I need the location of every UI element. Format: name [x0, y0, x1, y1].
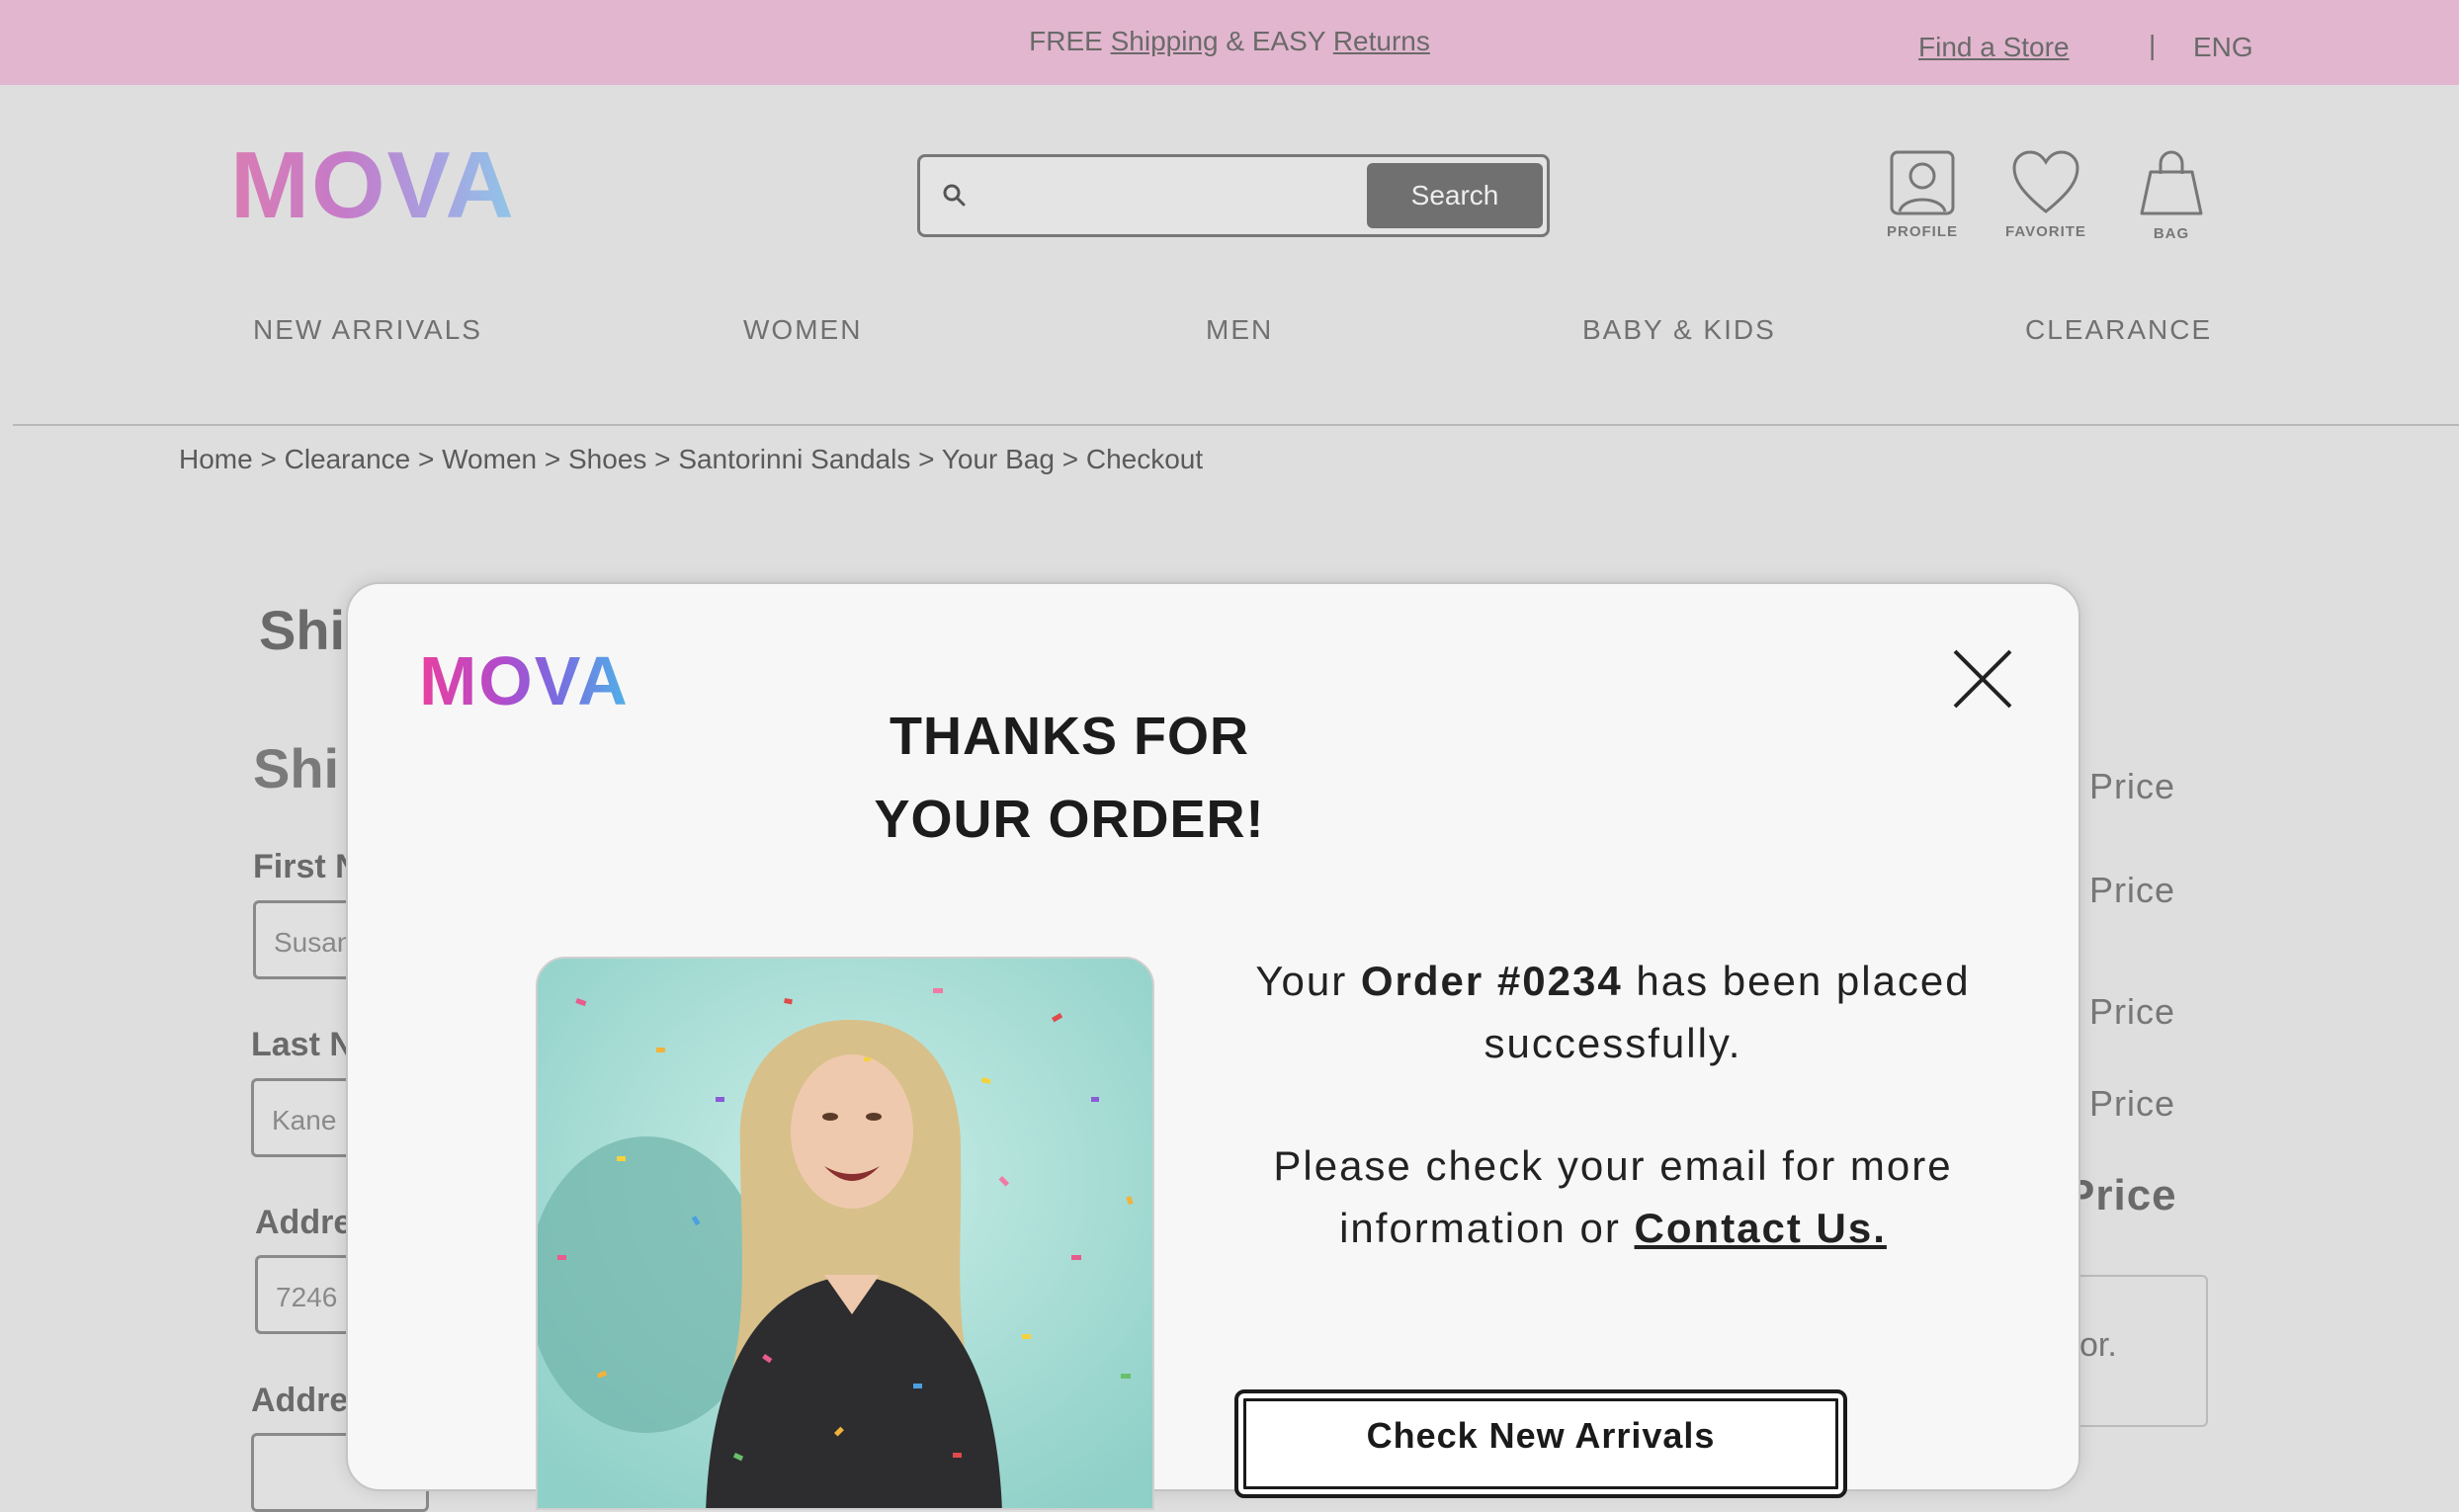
- nav-baby-kids[interactable]: BABY & KIDS: [1582, 314, 1776, 346]
- price-line: ) Price: [2066, 870, 2176, 910]
- address2-label: Addre: [251, 1382, 349, 1419]
- search-button[interactable]: Search: [1367, 163, 1543, 228]
- price-line: ) Price: [2066, 991, 2176, 1032]
- nav-men[interactable]: MEN: [1206, 314, 1273, 346]
- search-icon: [943, 184, 966, 207]
- confetti-woman-image: [538, 959, 1152, 1508]
- header-divider: [13, 424, 2459, 426]
- order-success-message: Your Order #0234 has been placed success…: [1158, 950, 2068, 1074]
- email-info-message: Please check your email for more informa…: [1158, 1134, 2068, 1259]
- order-confirmation-modal: MOVA THANKS FOR YOUR ORDER! Your Order #…: [346, 582, 2080, 1510]
- returns-link[interactable]: Returns: [1333, 26, 1430, 56]
- profile-button[interactable]: PROFILE: [1873, 150, 1972, 240]
- last-name-label: Last N: [251, 1026, 354, 1063]
- msg-prefix: Your: [1255, 958, 1348, 1004]
- address-label: Addre: [255, 1204, 353, 1241]
- favorite-label: FAVORITE: [2005, 223, 2086, 240]
- price-line: ) Price: [2066, 766, 2176, 806]
- contact-us-link[interactable]: Contact Us.: [1635, 1205, 1887, 1251]
- nav-new-arrivals[interactable]: NEW ARRIVALS: [253, 314, 482, 346]
- find-store-link[interactable]: Find a Store: [1918, 32, 2070, 63]
- modal-logo: MOVA: [419, 642, 630, 719]
- breadcrumb[interactable]: Home > Clearance > Women > Shoes > Santo…: [179, 444, 1203, 475]
- promo-separator: |: [2149, 30, 2157, 60]
- bag-label: BAG: [2153, 225, 2190, 242]
- promo-bar: FREE Shipping & EASY Returns Find a Stor…: [0, 0, 2459, 85]
- profile-icon: [1890, 150, 1955, 215]
- bag-button[interactable]: BAG: [2122, 150, 2221, 242]
- search-input[interactable]: [979, 171, 1290, 222]
- nav-clearance[interactable]: CLEARANCE: [2025, 314, 2212, 346]
- promo-message: FREE Shipping & EASY Returns: [0, 26, 2459, 57]
- language-selector[interactable]: ENG: [2193, 32, 2253, 63]
- profile-label: PROFILE: [1886, 223, 1958, 240]
- promo-easy-text: & EASY: [1226, 26, 1326, 56]
- total-price: Price: [2066, 1171, 2177, 1219]
- header-logo[interactable]: MOVA: [230, 138, 516, 233]
- shipping-link[interactable]: Shipping: [1111, 26, 1219, 56]
- close-icon[interactable]: [1949, 645, 2016, 713]
- heart-icon: [2012, 150, 2079, 213]
- promo-free-text: FREE: [1029, 26, 1103, 56]
- price-line: ) Price: [2066, 1083, 2176, 1124]
- nav-women[interactable]: WOMEN: [743, 314, 862, 346]
- check-new-arrivals-button[interactable]: Check New Arrivals: [1234, 1389, 1847, 1498]
- first-name-label: First N: [253, 848, 360, 885]
- favorite-button[interactable]: FAVORITE: [1996, 150, 2095, 240]
- modal-title: THANKS FOR YOUR ORDER!: [874, 707, 1265, 849]
- celebration-photo: [536, 957, 1154, 1510]
- order-number: Order #0234: [1360, 958, 1623, 1004]
- checkout-heading: Shi: [259, 599, 346, 661]
- shipping-heading: Shi: [253, 737, 340, 799]
- bag-icon: [2140, 150, 2203, 215]
- search-bar: Search: [917, 154, 1550, 237]
